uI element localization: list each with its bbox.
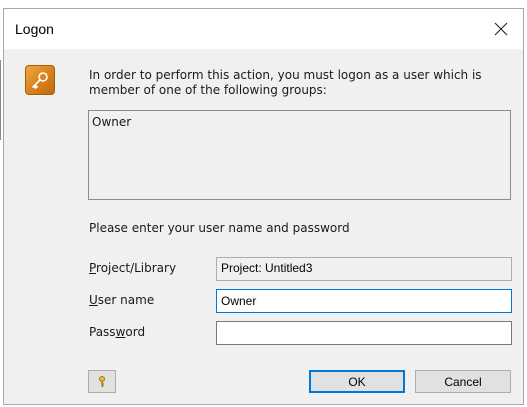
password-label: Password xyxy=(89,325,146,339)
key-hint-button[interactable] xyxy=(88,370,116,393)
title-bar: Logon xyxy=(4,9,523,49)
project-library-field: Project: Untitled3 xyxy=(216,257,512,281)
logon-dialog: Logon In order to perform this action, y… xyxy=(3,8,524,405)
logon-message: In order to perform this action, you mus… xyxy=(89,68,482,97)
password-input[interactable] xyxy=(216,321,512,345)
close-button[interactable] xyxy=(479,9,523,49)
groups-list[interactable]: Owner xyxy=(88,110,511,200)
list-item[interactable]: Owner xyxy=(92,115,131,129)
key-icon xyxy=(99,375,105,387)
key-icon xyxy=(25,65,55,95)
background-edge xyxy=(0,60,1,140)
username-label: User name xyxy=(89,293,155,307)
dialog-title: Logon xyxy=(15,21,54,37)
username-input[interactable] xyxy=(216,289,512,313)
ok-button[interactable]: OK xyxy=(309,370,405,393)
cancel-button[interactable]: Cancel xyxy=(415,370,511,393)
close-icon xyxy=(494,22,508,36)
project-library-label: Project/Library xyxy=(89,261,177,275)
credentials-prompt: Please enter your user name and password xyxy=(89,221,350,235)
